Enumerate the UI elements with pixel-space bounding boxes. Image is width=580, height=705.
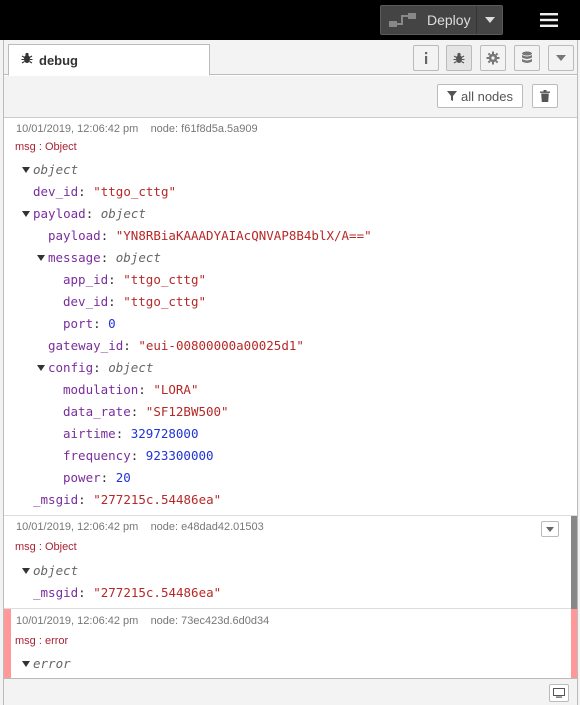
deploy-label: Deploy [427,12,471,28]
message-type: msg : Object [15,541,77,553]
filter-icon [446,89,457,104]
scrollbar-thumb-error [571,609,577,678]
monitor-icon[interactable] [549,684,569,702]
tree-property[interactable]: data_rate: "SF12BW500" [63,402,229,422]
caret-down-icon [37,365,45,371]
message-type: msg : error [15,635,69,647]
tree-node-root[interactable]: error [22,654,71,674]
message-timestamp: 10/01/2019, 12:06:42 pm node: f61f8d5a.5… [16,123,258,135]
tree-node-payload[interactable]: payload: object [22,204,146,224]
caret-down-icon[interactable] [476,6,502,34]
error-indicator [4,609,11,678]
message-timestamp: 10/01/2019, 12:06:42 pm node: 73ec423d.6… [16,615,270,627]
tree-node-config[interactable]: config: object [37,358,153,378]
tree-node-root[interactable]: object [22,561,78,581]
hamburger-menu-icon[interactable] [528,5,570,35]
tree-property[interactable]: dev_id: "ttgo_cttg" [63,292,206,312]
filter-label: all nodes [460,88,514,104]
caret-down-icon[interactable] [548,45,574,71]
caret-down-icon [37,255,45,261]
tree-node-message[interactable]: message: object [37,248,161,268]
top-header: Deploy [0,0,580,40]
tree-property[interactable]: airtime: 329728000 [63,424,198,444]
tree-property[interactable]: modulation: "LORA" [63,380,198,400]
debug-message-error: 10/01/2019, 12:06:42 pm node: 73ec423d.6… [4,609,577,678]
tab-bar: debug [4,40,577,76]
bug-icon [21,51,33,69]
trash-icon[interactable] [532,84,558,108]
scrollbar-thumb[interactable] [571,516,577,609]
tab-debug[interactable]: debug [8,44,210,76]
tree-property[interactable]: gateway_id: "eui-00800000a00025d1" [48,336,304,356]
info-icon[interactable] [413,45,439,71]
database-icon[interactable] [514,45,540,71]
debug-message: 10/01/2019, 12:06:42 pm node: f61f8d5a.5… [4,119,577,516]
gear-icon[interactable] [480,45,506,71]
tab-debug-label: debug [39,52,78,68]
message-type: msg : Object [15,141,77,153]
caret-down-icon [22,661,30,667]
tree-property[interactable]: power: 20 [63,468,131,488]
tree-property[interactable]: payload: "YN8RBiaKAAADYAIAcQNVAP8B4blX/A… [48,226,372,246]
debug-message: 10/01/2019, 12:06:42 pm node: e48dad42.0… [4,516,577,609]
tree-property[interactable]: frequency: 923300000 [63,446,214,466]
caret-down-icon [22,211,30,217]
debug-toolbar: all nodes [4,76,577,118]
filter-button[interactable]: all nodes [437,84,523,108]
deploy-icon [385,6,421,34]
deploy-button[interactable]: Deploy [380,5,503,35]
sidebar-panel: debug all nodes 10/01/2019, 12:06:42 pm … [3,40,578,705]
tree-node-root[interactable]: object [22,160,78,180]
panel-footer [4,678,577,705]
tree-property[interactable]: _msgid: "277215c.54486ea" [33,490,221,510]
message-timestamp: 10/01/2019, 12:06:42 pm node: e48dad42.0… [16,521,264,533]
bug-icon[interactable] [446,45,472,71]
tree-property[interactable]: app_id: "ttgo_cttg" [63,270,206,290]
caret-down-icon [22,568,30,574]
message-menu-caret-icon[interactable] [541,521,559,537]
tree-property[interactable]: _msgid: "277215c.54486ea" [33,583,221,603]
tree-property[interactable]: port: 0 [63,314,116,334]
caret-down-icon [22,167,30,173]
tree-property[interactable]: dev_id: "ttgo_cttg" [33,182,176,202]
debug-message-list[interactable]: 10/01/2019, 12:06:42 pm node: f61f8d5a.5… [4,119,577,678]
